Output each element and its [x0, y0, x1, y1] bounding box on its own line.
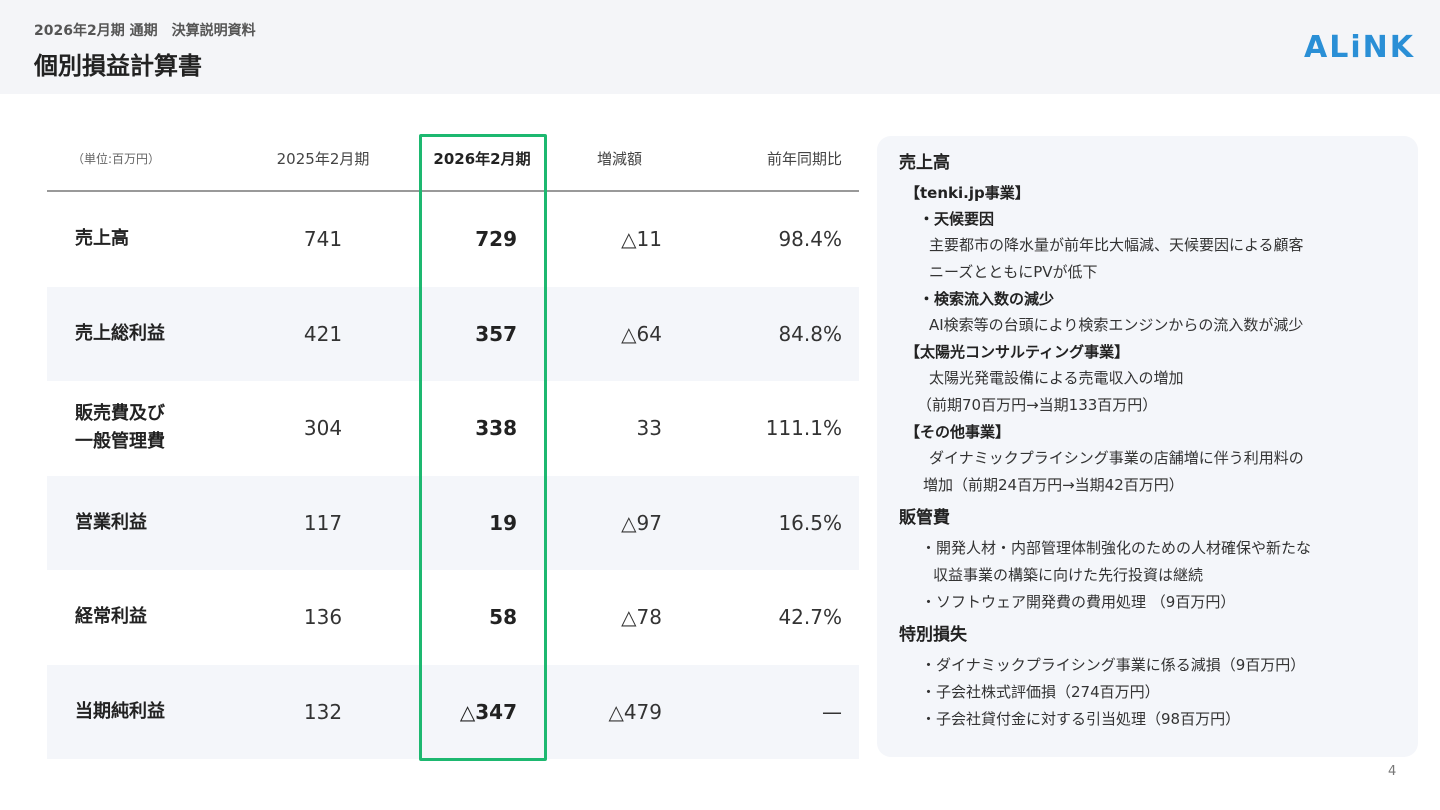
bullet-line: ・ダイナミックプライシング事業に係る減損（9百万円） [921, 656, 1306, 674]
text-line: 増加（前期24百万円→当期42百万円） [923, 476, 1184, 494]
cell-ratio: 16.5% [778, 510, 842, 535]
table-row-operating-profit: 営業利益 117 19 △97 16.5% [47, 475, 859, 570]
row-label: 営業利益 [75, 511, 147, 533]
table-row-sga: 販売費及び 一般管理費 304 338 33 111.1% [47, 381, 859, 476]
bullet-line: 収益事業の構築に向けた先行投資は継続 [933, 566, 1204, 584]
slide-header: 2026年2月期 通期 決算説明資料 個別損益計算書 ALiNK [0, 0, 1440, 94]
text-line: 太陽光発電設備による売電収入の増加 [929, 369, 1184, 387]
text-line: （前期70百万円→当期133百万円） [917, 396, 1158, 414]
cell-diff: △479 [608, 699, 662, 724]
bullet-line: ・子会社株式評価損（274百万円） [921, 683, 1160, 701]
table-header: （単位:百万円） 2025年2月期 2026年2月期 増減額 前年同期比 [47, 130, 859, 192]
slide-subtitle: 2026年2月期 通期 決算説明資料 [34, 23, 256, 39]
cell-prev: 132 [303, 699, 343, 724]
row-label: 売上総利益 [75, 322, 165, 344]
row-label: 販売費及び 一般管理費 [75, 403, 165, 453]
cell-ratio: — [822, 699, 842, 724]
cell-prev: 741 [303, 227, 343, 252]
cell-diff: 33 [636, 416, 662, 441]
cell-curr: 338 [475, 416, 517, 441]
alink-logo: ALiNK [1304, 30, 1415, 65]
income-statement-table: （単位:百万円） 2025年2月期 2026年2月期 増減額 前年同期比 売上高… [47, 130, 859, 759]
cell-ratio: 42.7% [778, 605, 842, 630]
text-line: ダイナミックプライシング事業の店舗増に伴う利用料の [929, 449, 1304, 467]
sub-heading-solar: 【太陽光コンサルティング事業】 [905, 343, 1130, 361]
bullet-search: ・検索流入数の減少 [919, 290, 1055, 308]
cell-curr: 729 [475, 227, 517, 252]
text-line: ニーズとともにPVが低下 [929, 263, 1098, 281]
section-title-sales: 売上高 [899, 153, 950, 173]
cell-prev: 421 [303, 321, 343, 346]
cell-prev: 136 [303, 605, 343, 630]
cell-ratio: 111.1% [765, 416, 842, 441]
row-label: 売上高 [75, 228, 129, 250]
cell-ratio: 84.8% [778, 321, 842, 346]
text-line: AI検索等の台頭により検索エンジンからの流入数が減少 [929, 316, 1304, 334]
commentary-panel: 売上高 【tenki.jp事業】 ・天候要因 主要都市の降水量が前年比大幅減、天… [877, 136, 1418, 757]
table-row-ordinary-profit: 経常利益 136 58 △78 42.7% [47, 570, 859, 665]
col-header-diff: 増減額 [596, 150, 642, 168]
sub-heading-tenki: 【tenki.jp事業】 [905, 184, 1030, 202]
col-header-ratio: 前年同期比 [766, 150, 842, 168]
bullet-line: ・開発人材・内部管理体制強化のための人材確保や新たな [921, 539, 1312, 557]
page-number: 4 [1388, 764, 1397, 779]
commentary-content: 売上高 【tenki.jp事業】 ・天候要因 主要都市の降水量が前年比大幅減、天… [899, 150, 1404, 733]
cell-diff: △78 [621, 605, 662, 630]
cell-curr: 58 [489, 605, 517, 630]
cell-diff: △64 [621, 321, 662, 346]
cell-curr: △347 [459, 699, 517, 724]
table-row-gross-profit: 売上総利益 421 357 △64 84.8% [47, 286, 859, 381]
cell-ratio: 98.4% [778, 227, 842, 252]
cell-diff: △97 [621, 510, 662, 535]
bullet-line: ・子会社貸付金に対する引当処理（98百万円） [921, 710, 1241, 728]
bullet-weather: ・天候要因 [919, 210, 995, 228]
row-label: 当期純利益 [75, 700, 165, 722]
cell-prev: 117 [303, 510, 343, 535]
sub-heading-other: 【その他事業】 [905, 423, 1011, 441]
cell-curr: 357 [475, 321, 517, 346]
slide-title: 個別損益計算書 [34, 52, 202, 80]
text-line: 主要都市の降水量が前年比大幅減、天候要因による顧客 [929, 236, 1304, 254]
bullet-line: ・ソフトウェア開発費の費用処理 （9百万円） [921, 593, 1236, 611]
unit-label: （単位:百万円） [72, 152, 161, 166]
section-title-extraordinary-loss: 特別損失 [899, 625, 967, 645]
cell-diff: △11 [621, 227, 662, 252]
section-title-sga: 販管費 [899, 508, 950, 528]
cell-curr: 19 [489, 510, 517, 535]
col-header-curr: 2026年2月期 [433, 150, 531, 168]
cell-prev: 304 [303, 416, 343, 441]
table-row-sales: 売上高 741 729 △11 98.4% [47, 192, 859, 287]
col-header-prev: 2025年2月期 [276, 150, 370, 168]
row-label: 経常利益 [75, 606, 147, 628]
table-row-net-income: 当期純利益 132 △347 △479 — [47, 664, 859, 759]
